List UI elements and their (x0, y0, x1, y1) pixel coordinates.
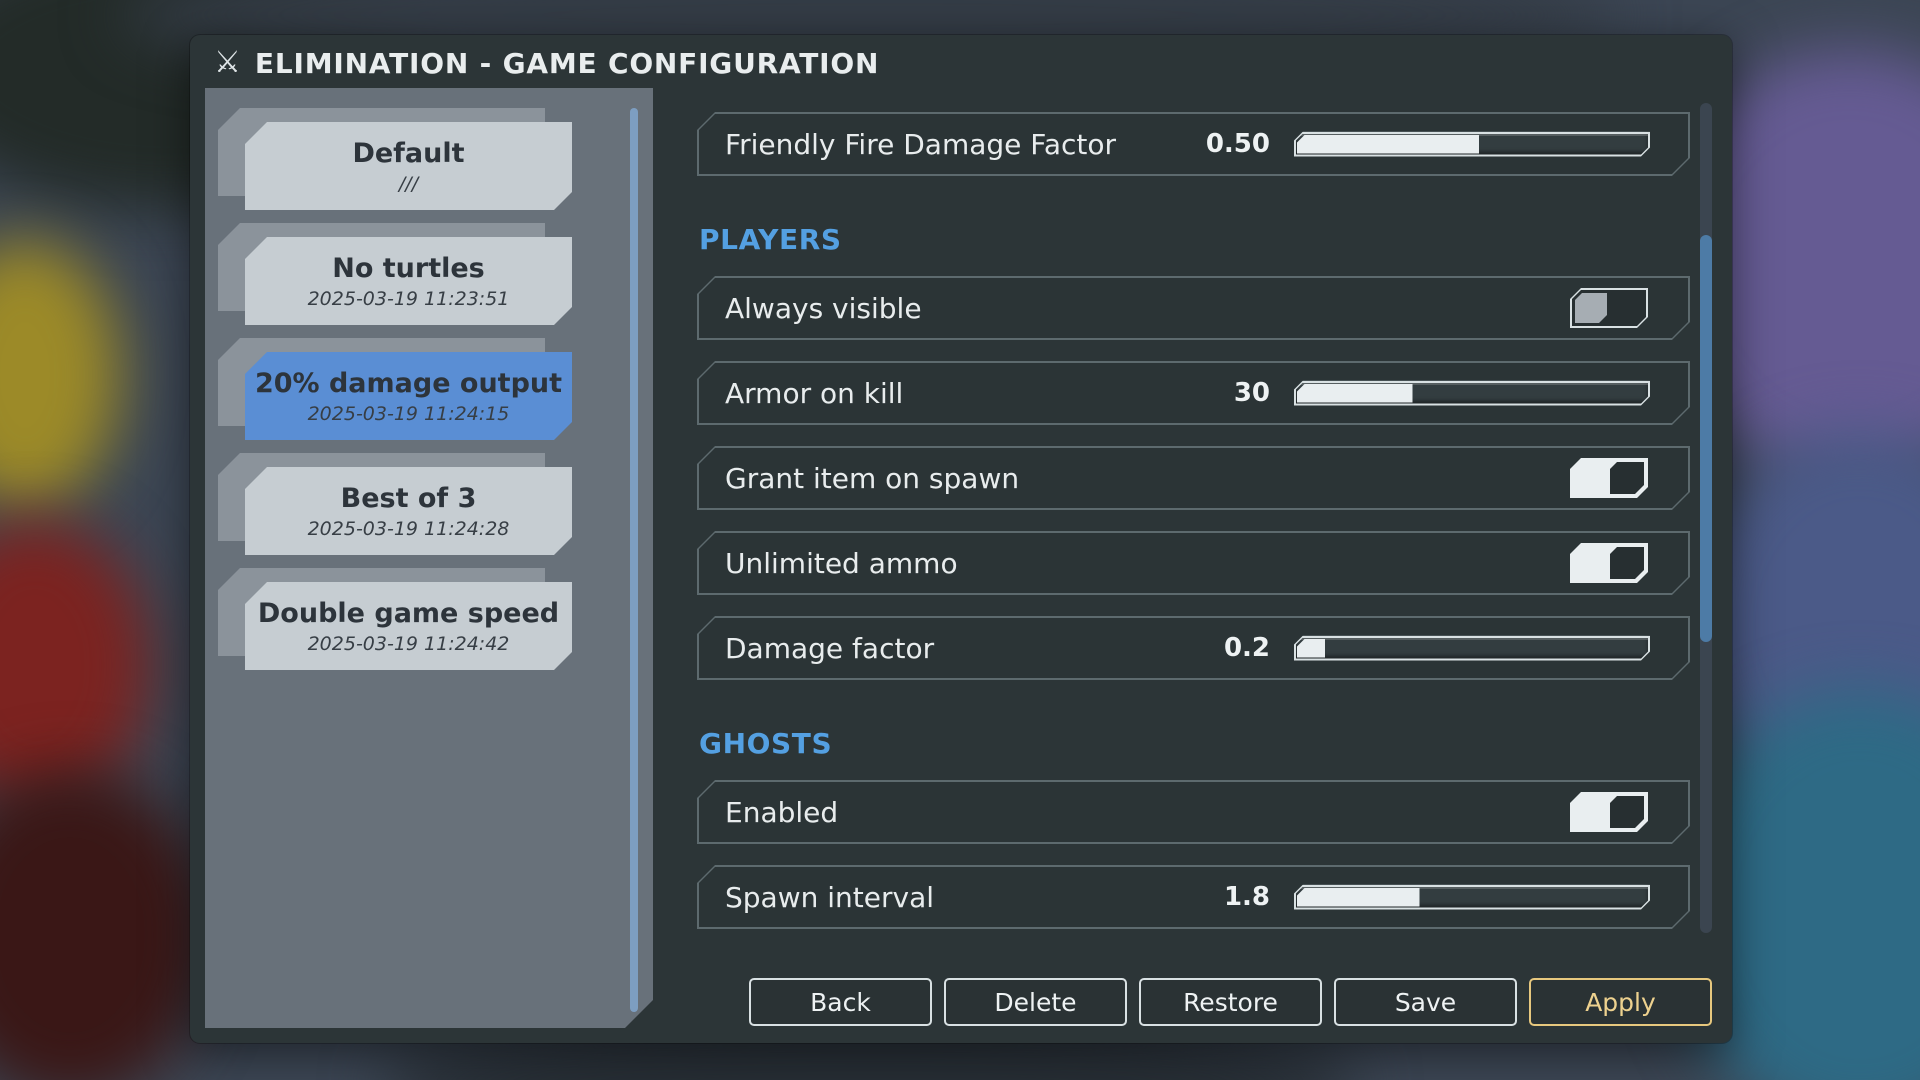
section-header: PLAYERS (699, 223, 1690, 256)
setting-row: Spawn interval1.8 (697, 865, 1690, 929)
preset-item-face: No turtles 2025-03-19 11:23:51 (245, 237, 572, 325)
toggle-knob (1610, 462, 1644, 494)
save-button[interactable]: Save (1334, 978, 1517, 1026)
toggle-knob (1610, 796, 1644, 828)
toggle-switch[interactable] (1570, 792, 1648, 832)
preset-item-face: Best of 3 2025-03-19 11:24:28 (245, 467, 572, 555)
preset-timestamp: 2025-03-19 11:24:28 (308, 518, 510, 540)
setting-value: 0.2 (1180, 633, 1270, 663)
delete-button[interactable]: Delete (944, 978, 1127, 1026)
restore-button[interactable]: Restore (1139, 978, 1322, 1026)
setting-row: Unlimited ammo (697, 531, 1690, 595)
preset-item-face: Double game speed 2025-03-19 11:24:42 (245, 582, 572, 670)
settings-scrollbar-thumb[interactable] (1700, 235, 1712, 642)
setting-label: Enabled (725, 796, 1570, 829)
setting-row-content: Enabled (699, 782, 1688, 842)
setting-row: Always visible (697, 276, 1690, 340)
setting-row-content: Always visible (699, 278, 1688, 338)
toggle-switch[interactable] (1570, 458, 1648, 498)
setting-row: Armor on kill30 (697, 361, 1690, 425)
setting-label: Friendly Fire Damage Factor (725, 128, 1180, 161)
section-header: GHOSTS (699, 727, 1690, 760)
toggle-switch[interactable] (1570, 543, 1648, 583)
setting-label: Armor on kill (725, 377, 1180, 410)
preset-list: Default /// No turtles 2025-03-19 11:23:51 2… (205, 122, 653, 670)
setting-label: Spawn interval (725, 881, 1180, 914)
preset-timestamp: /// (399, 173, 418, 195)
preset-item-face: Default /// (245, 122, 572, 210)
preset-timestamp: 2025-03-19 11:23:51 (308, 288, 510, 310)
setting-value: 1.8 (1180, 882, 1270, 912)
slider-control[interactable] (1294, 132, 1650, 157)
slider-control[interactable] (1294, 885, 1650, 910)
slider-fill (1297, 135, 1479, 154)
preset-item[interactable]: No turtles 2025-03-19 11:23:51 (245, 237, 572, 325)
setting-label: Always visible (725, 292, 1570, 325)
slider-fill (1297, 384, 1413, 403)
preset-item-face: 20% damage output 2025-03-19 11:24:15 (245, 352, 572, 440)
titlebar: ⚔ ELIMINATION - GAME CONFIGURATION (190, 35, 879, 91)
bg-blob (0, 240, 120, 510)
window-title: ELIMINATION - GAME CONFIGURATION (255, 47, 879, 80)
preset-item-selected[interactable]: 20% damage output 2025-03-19 11:24:15 (245, 352, 572, 440)
setting-label: Unlimited ammo (725, 547, 1570, 580)
back-button[interactable]: Back (749, 978, 932, 1026)
setting-value: 30 (1180, 378, 1270, 408)
setting-row-content: Armor on kill30 (699, 363, 1688, 423)
preset-name: 20% damage output (255, 368, 562, 399)
crossed-swords-icon: ⚔ (214, 48, 241, 78)
setting-row-content: Grant item on spawn (699, 448, 1688, 508)
preset-name: Double game speed (258, 598, 559, 629)
setting-label: Damage factor (725, 632, 1180, 665)
preset-timestamp: 2025-03-19 11:24:42 (308, 633, 510, 655)
setting-row: Grant item on spawn (697, 446, 1690, 510)
apply-button[interactable]: Apply (1529, 978, 1712, 1026)
preset-item[interactable]: Best of 3 2025-03-19 11:24:28 (245, 467, 572, 555)
settings-list: Friendly Fire Damage Factor0.50 PLAYERS Al… (697, 112, 1690, 950)
slider-control[interactable] (1294, 381, 1650, 406)
settings-scrollbar-track[interactable] (1700, 103, 1712, 933)
setting-row-content: Friendly Fire Damage Factor0.50 (699, 114, 1688, 174)
setting-value: 0.50 (1180, 129, 1270, 159)
setting-row: Enabled (697, 780, 1690, 844)
sidebar-scrollbar[interactable] (630, 108, 638, 1012)
preset-timestamp: 2025-03-19 11:24:15 (308, 403, 510, 425)
preset-name: Default (352, 138, 464, 169)
setting-row-content: Spawn interval1.8 (699, 867, 1688, 927)
preset-sidebar: Default /// No turtles 2025-03-19 11:23:51 2… (205, 88, 653, 1028)
setting-row-content: Damage factor0.2 (699, 618, 1688, 678)
setting-row: Damage factor0.2 (697, 616, 1690, 680)
toggle-switch[interactable] (1570, 288, 1648, 328)
slider-fill (1297, 639, 1325, 658)
preset-item[interactable]: Double game speed 2025-03-19 11:24:42 (245, 582, 572, 670)
slider-control[interactable] (1294, 636, 1650, 661)
setting-row-content: Unlimited ammo (699, 533, 1688, 593)
preset-name: No turtles (332, 253, 485, 284)
preset-item[interactable]: Default /// (245, 122, 572, 210)
footer-button-bar: BackDeleteRestoreSaveApply (749, 978, 1712, 1026)
setting-row: Friendly Fire Damage Factor0.50 (697, 112, 1690, 176)
preset-name: Best of 3 (341, 483, 477, 514)
toggle-knob (1610, 547, 1644, 579)
bg-blob (0, 770, 210, 1080)
setting-label: Grant item on spawn (725, 462, 1570, 495)
bg-blob (0, 520, 150, 810)
slider-fill (1297, 888, 1420, 907)
toggle-knob (1575, 293, 1607, 323)
config-window: ⚔ ELIMINATION - GAME CONFIGURATION Defau… (190, 35, 1732, 1043)
